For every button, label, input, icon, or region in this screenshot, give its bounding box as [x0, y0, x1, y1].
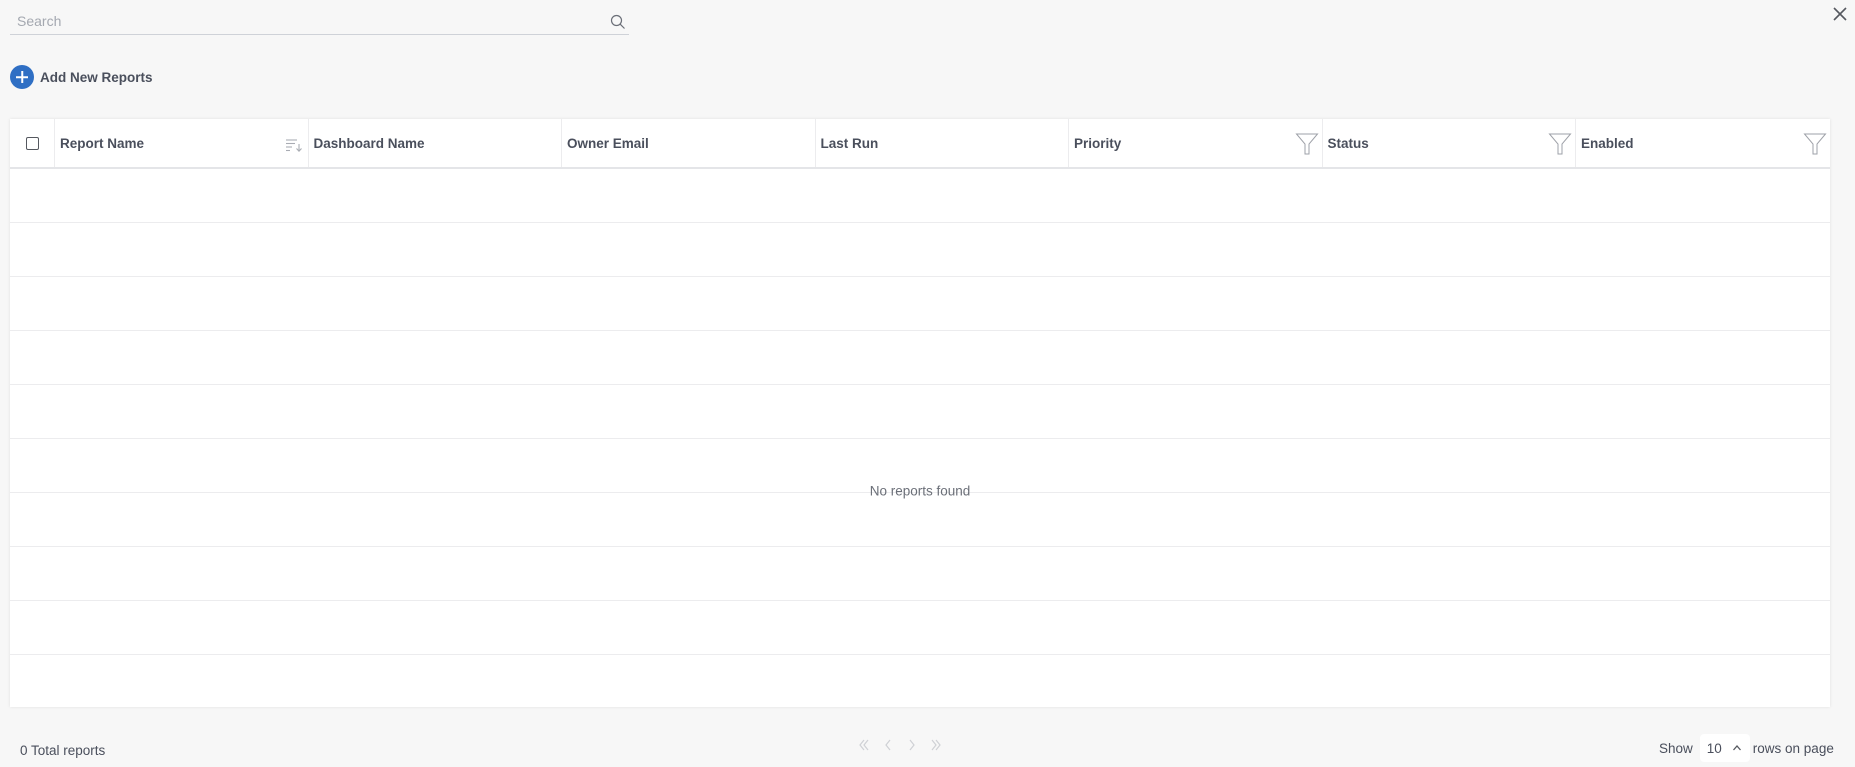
table-row	[10, 169, 1830, 223]
column-priority[interactable]: Priority	[1069, 119, 1323, 167]
table-header: Report Name Dashboard Name Owner Email L…	[10, 119, 1830, 169]
select-all-cell	[10, 119, 55, 167]
sort-icon[interactable]	[285, 137, 303, 153]
table-body	[10, 169, 1830, 707]
next-page-icon[interactable]	[904, 737, 920, 753]
table-row	[10, 493, 1830, 547]
pagination	[856, 737, 944, 753]
search-bar	[10, 8, 629, 35]
filter-icon[interactable]	[1548, 132, 1572, 156]
column-label: Priority	[1074, 135, 1122, 151]
table-row	[10, 547, 1830, 601]
table-row	[10, 601, 1830, 655]
total-reports-count: 0 Total reports	[20, 743, 106, 758]
plus-icon	[10, 65, 34, 89]
last-page-icon[interactable]	[928, 737, 944, 753]
rows-per-page-select[interactable]: 10	[1699, 734, 1750, 762]
search-icon[interactable]	[610, 14, 626, 30]
column-owner-email[interactable]: Owner Email	[562, 119, 816, 167]
column-enabled[interactable]: Enabled	[1576, 119, 1830, 167]
column-label: Enabled	[1581, 135, 1634, 151]
close-icon[interactable]	[1831, 5, 1849, 23]
add-new-reports-button[interactable]: Add New Reports	[10, 65, 153, 89]
table-row	[10, 277, 1830, 331]
column-label: Dashboard Name	[313, 135, 425, 151]
add-new-reports-label: Add New Reports	[40, 69, 153, 85]
empty-state-message: No reports found	[869, 483, 971, 499]
column-report-name[interactable]: Report Name	[55, 119, 309, 167]
rows-suffix-label: rows on page	[1752, 740, 1834, 756]
chevron-up-icon	[1732, 745, 1741, 751]
filter-icon[interactable]	[1294, 132, 1319, 156]
first-page-icon[interactable]	[856, 737, 872, 753]
search-input[interactable]	[10, 8, 629, 34]
column-label: Owner Email	[567, 135, 649, 151]
column-last-run[interactable]: Last Run	[816, 119, 1069, 167]
select-all-checkbox[interactable]	[25, 136, 39, 150]
column-label: Status	[1327, 135, 1369, 151]
table-row	[10, 223, 1830, 277]
reports-table: Report Name Dashboard Name Owner Email L…	[10, 119, 1830, 707]
table-row	[10, 655, 1830, 709]
column-label: Report Name	[60, 135, 145, 151]
rows-per-page-value: 10	[1706, 740, 1722, 756]
rows-per-page-control: Show 10 rows on page	[1659, 733, 1834, 763]
show-label: Show	[1659, 740, 1693, 756]
table-row	[10, 385, 1830, 439]
previous-page-icon[interactable]	[880, 737, 896, 753]
table-row	[10, 331, 1830, 385]
column-status[interactable]: Status	[1323, 119, 1576, 167]
column-label: Last Run	[820, 135, 879, 151]
column-dashboard-name[interactable]: Dashboard Name	[309, 119, 562, 167]
filter-icon[interactable]	[1802, 132, 1827, 156]
